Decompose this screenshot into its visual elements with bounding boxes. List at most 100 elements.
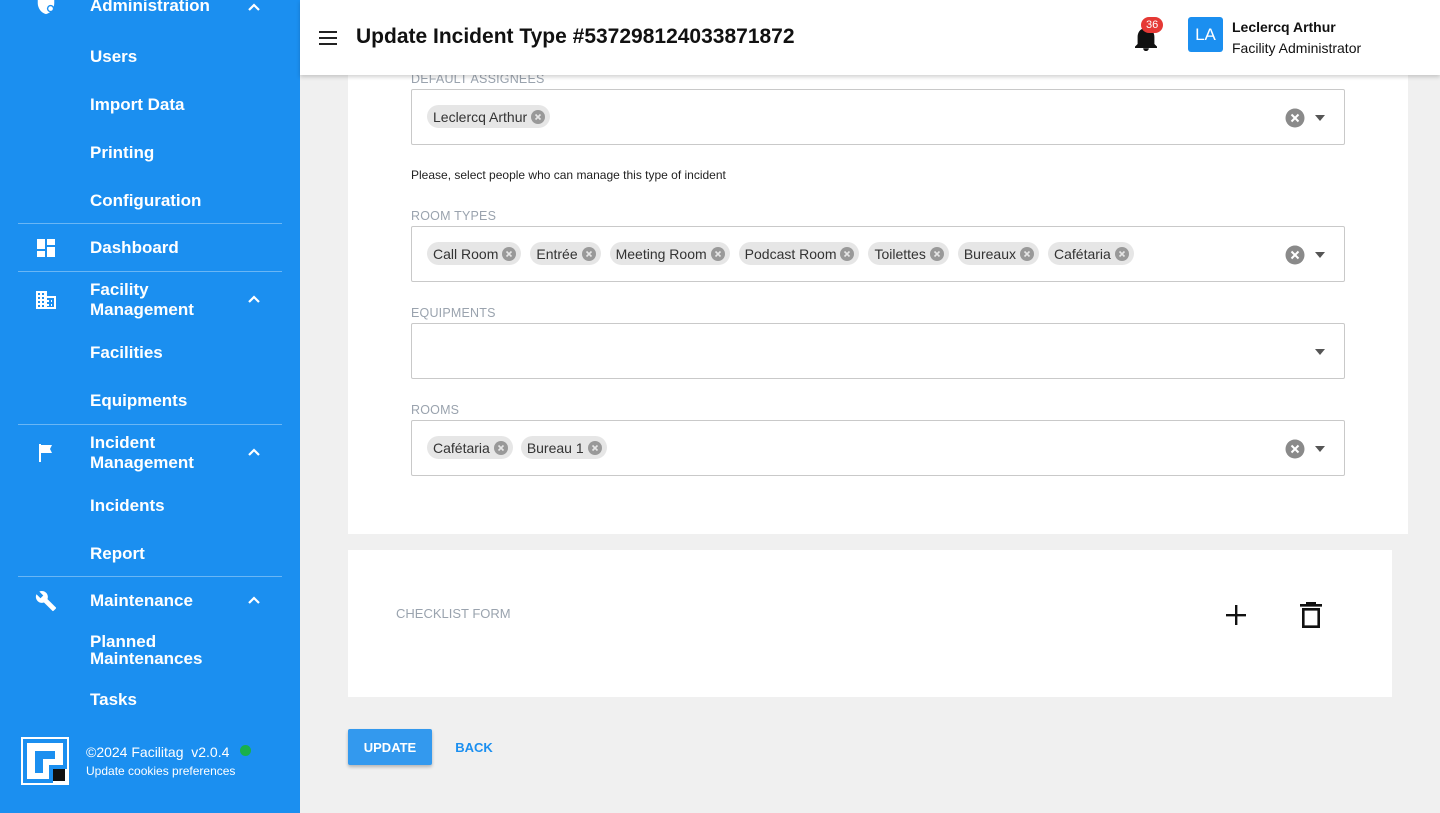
dropdown-arrow-icon[interactable] bbox=[1314, 249, 1326, 261]
sidebar-title-maintenance: Maintenance bbox=[90, 591, 193, 610]
sidebar-section-incident-management[interactable]: Incident Management bbox=[0, 433, 300, 473]
chip-label: Cafétaria bbox=[1054, 245, 1111, 262]
update-button[interactable]: UPDATE bbox=[348, 729, 432, 765]
user-name: Leclercq Arthur bbox=[1232, 19, 1336, 35]
dropdown-arrow-icon[interactable] bbox=[1314, 443, 1326, 455]
admin-shield-icon bbox=[34, 0, 58, 16]
chip-label: Toilettes bbox=[874, 245, 926, 262]
add-icon[interactable] bbox=[1224, 603, 1248, 627]
chip-room: Cafétaria bbox=[427, 436, 513, 459]
chip-list: Leclercq Arthur bbox=[427, 105, 551, 128]
sidebar-item-facilities[interactable]: Facilities bbox=[90, 344, 163, 361]
chevron-up-icon[interactable] bbox=[244, 0, 264, 18]
chip-remove-icon[interactable] bbox=[1019, 246, 1035, 262]
sidebar-section-maintenance[interactable]: Maintenance bbox=[0, 589, 300, 613]
chip-remove-icon[interactable] bbox=[710, 246, 726, 262]
hamburger-menu-icon[interactable] bbox=[317, 27, 339, 49]
chevron-up-icon[interactable] bbox=[244, 591, 264, 611]
sidebar-item-tasks[interactable]: Tasks bbox=[90, 691, 137, 708]
chip-room-type: Podcast Room bbox=[738, 242, 860, 265]
chip-room: Bureau 1 bbox=[520, 436, 607, 459]
chip-remove-icon[interactable] bbox=[501, 246, 517, 262]
copyright-text: ©2024 Facilitag v2.0.4 bbox=[86, 744, 230, 760]
sidebar-item-planned-maintenances-l1[interactable]: Planned bbox=[90, 633, 156, 650]
checklist-form-label: CHECKLIST FORM bbox=[396, 606, 511, 621]
back-button[interactable]: BACK bbox=[448, 729, 500, 765]
facilitag-logo bbox=[21, 737, 69, 785]
top-header: Update Incident Type #537298124033871872… bbox=[300, 0, 1440, 75]
sidebar-divider bbox=[18, 271, 282, 272]
chip-remove-icon[interactable] bbox=[929, 246, 945, 262]
building-icon bbox=[34, 288, 58, 312]
sidebar-title-facility-l2: Management bbox=[90, 300, 194, 319]
chip-room-type: Cafétaria bbox=[1048, 242, 1134, 265]
delete-icon[interactable] bbox=[1299, 601, 1323, 629]
dropdown-arrow-icon[interactable] bbox=[1314, 346, 1326, 358]
chip-list: Call Room Entrée Meeting Room Podcast Ro… bbox=[427, 242, 1134, 265]
dropdown-arrow-icon[interactable] bbox=[1314, 112, 1326, 124]
chip-remove-icon[interactable] bbox=[1114, 246, 1130, 262]
chip-remove-icon[interactable] bbox=[587, 440, 603, 456]
sidebar-footer: ©2024 Facilitag v2.0.4 Update cookies pr… bbox=[0, 730, 300, 790]
sidebar-item-dashboard[interactable]: Dashboard bbox=[0, 236, 300, 260]
sidebar-title-facility-l1: Facility bbox=[90, 280, 149, 299]
flag-icon bbox=[34, 441, 58, 465]
chip-label: Bureau 1 bbox=[526, 439, 584, 456]
clear-icon[interactable] bbox=[1285, 108, 1305, 128]
dashboard-icon bbox=[34, 236, 58, 260]
sidebar-item-printing[interactable]: Printing bbox=[90, 144, 154, 161]
chip-room-type: Bureaux bbox=[957, 242, 1039, 265]
sidebar-divider bbox=[18, 424, 282, 425]
sidebar-item-planned-maintenances-l2[interactable]: Maintenances bbox=[90, 650, 202, 667]
chip-label: Leclercq Arthur bbox=[433, 108, 528, 125]
chip-room-type: Toilettes bbox=[868, 242, 949, 265]
default-assignees-helper: Please, select people who can manage thi… bbox=[411, 168, 726, 182]
rooms-select[interactable]: Cafétaria Bureau 1 bbox=[411, 420, 1345, 476]
sidebar-item-report[interactable]: Report bbox=[90, 545, 145, 562]
sidebar-item-import-data[interactable]: Import Data bbox=[90, 96, 184, 113]
sidebar-title-dashboard: Dashboard bbox=[90, 238, 179, 257]
chip-label: Entrée bbox=[536, 245, 578, 262]
rooms-label: ROOMS bbox=[411, 403, 460, 417]
sidebar-section-administration[interactable]: Administration bbox=[0, 0, 300, 18]
sidebar-divider bbox=[18, 576, 282, 577]
chip-remove-icon[interactable] bbox=[530, 109, 546, 125]
checklist-form-card: CHECKLIST FORM bbox=[348, 550, 1392, 697]
room-types-select[interactable]: Call Room Entrée Meeting Room Podcast Ro… bbox=[411, 226, 1345, 282]
sidebar-item-users[interactable]: Users bbox=[90, 48, 137, 65]
default-assignees-select[interactable]: Leclercq Arthur bbox=[411, 89, 1345, 145]
sidebar-item-equipments[interactable]: Equipments bbox=[90, 392, 187, 409]
equipments-label: EQUIPMENTS bbox=[411, 306, 496, 320]
chip-room-type: Call Room bbox=[427, 242, 522, 265]
chip-label: Bureaux bbox=[963, 245, 1016, 262]
sidebar-item-configuration[interactable]: Configuration bbox=[90, 192, 201, 209]
chip-room-type: Meeting Room bbox=[609, 242, 730, 265]
chevron-up-icon[interactable] bbox=[244, 290, 264, 310]
chip-label: Call Room bbox=[433, 245, 499, 262]
clear-icon[interactable] bbox=[1285, 439, 1305, 459]
chip-list: Cafétaria Bureau 1 bbox=[427, 436, 607, 459]
chip-label: Podcast Room bbox=[744, 245, 837, 262]
chip-remove-icon[interactable] bbox=[839, 246, 855, 262]
chip-label: Meeting Room bbox=[615, 245, 707, 262]
sidebar-item-incidents[interactable]: Incidents bbox=[90, 497, 165, 514]
user-role: Facility Administrator bbox=[1232, 40, 1362, 56]
room-types-label: ROOM TYPES bbox=[411, 209, 497, 223]
chip-remove-icon[interactable] bbox=[493, 440, 509, 456]
cookies-preferences-link[interactable]: Update cookies preferences bbox=[86, 764, 235, 778]
avatar[interactable]: LA bbox=[1188, 17, 1223, 52]
sidebar-title-incident-l2: Management bbox=[90, 453, 194, 472]
sidebar-title-administration: Administration bbox=[90, 0, 210, 15]
chip-label: Cafétaria bbox=[433, 439, 490, 456]
chip-assignee: Leclercq Arthur bbox=[427, 105, 551, 128]
sidebar: Administration Users Import Data Printin… bbox=[0, 0, 300, 813]
chip-remove-icon[interactable] bbox=[581, 246, 597, 262]
sidebar-divider bbox=[18, 223, 282, 224]
wrench-icon bbox=[34, 589, 58, 613]
sidebar-section-facility-management[interactable]: Facility Management bbox=[0, 280, 300, 320]
chevron-up-icon[interactable] bbox=[244, 443, 264, 463]
equipments-select[interactable] bbox=[411, 323, 1345, 379]
clear-icon[interactable] bbox=[1285, 245, 1305, 265]
online-status-dot bbox=[240, 745, 251, 756]
sidebar-title-incident-l1: Incident bbox=[90, 433, 156, 452]
